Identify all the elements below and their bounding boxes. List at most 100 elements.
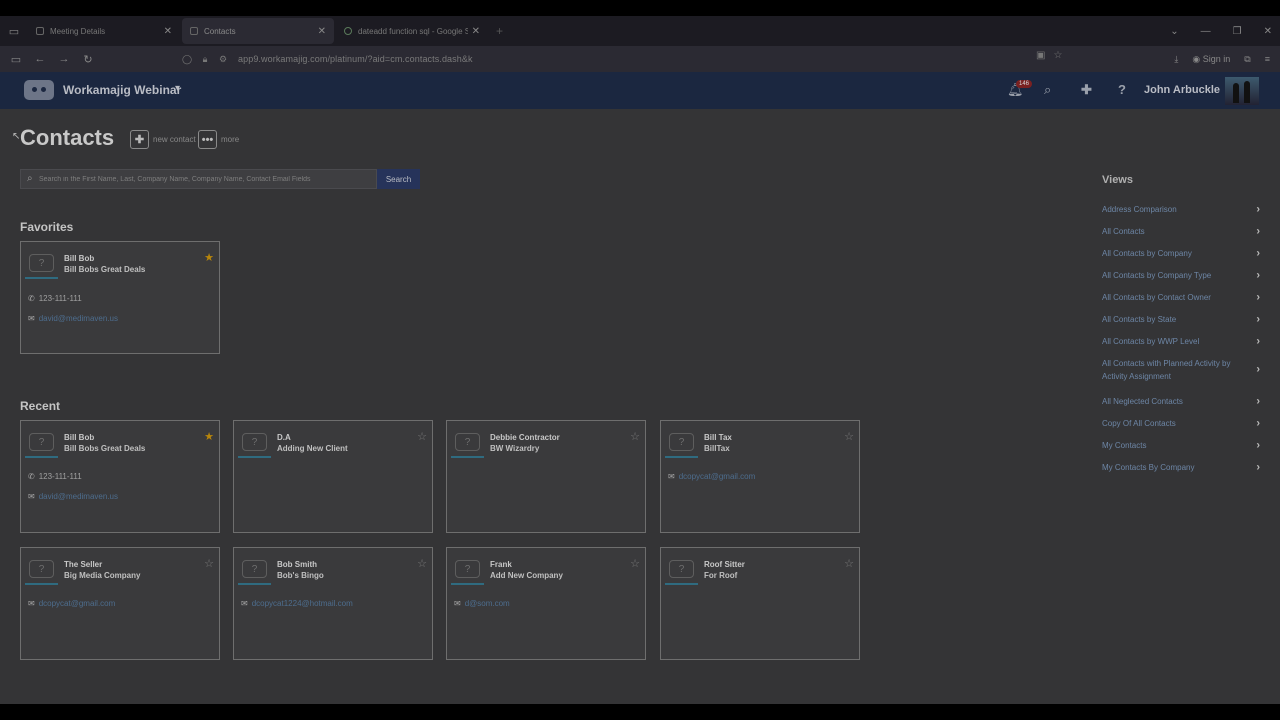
lock-icon[interactable]: 🔒︎ — [196, 54, 214, 65]
view-item[interactable]: My Contacts By Company › — [1102, 461, 1260, 474]
view-item[interactable]: All Contacts by State › — [1102, 313, 1260, 326]
view-item-label[interactable]: Address Comparison — [1102, 203, 1247, 216]
contact-card[interactable]: ? D.A Adding New Client ☆ — [233, 420, 433, 533]
view-item-label[interactable]: All Contacts by State — [1102, 313, 1247, 326]
close-icon[interactable]: ✕ — [472, 26, 480, 37]
view-item[interactable]: Copy Of All Contacts › — [1102, 417, 1260, 430]
contact-name[interactable]: D.A — [277, 433, 291, 442]
view-item-label[interactable]: My Contacts — [1102, 439, 1247, 452]
reader-mode-icon[interactable]: ▣ — [1036, 50, 1045, 61]
contact-card[interactable]: ? Bill Tax BillTax ☆ ✉ dcopycat@gmail.co… — [660, 420, 860, 533]
new-contact-label[interactable]: new contact — [153, 135, 196, 144]
downloads-icon[interactable]: ⤓ — [1174, 54, 1178, 65]
browser-tab-contacts[interactable]: Contacts ✕ — [182, 18, 334, 44]
contact-company[interactable]: Adding New Client — [277, 444, 348, 453]
search-input[interactable] — [39, 170, 374, 188]
plus-icon[interactable]: ✚ — [1081, 82, 1092, 98]
contact-card[interactable]: ? The Seller Big Media Company ☆ ✉ dcopy… — [20, 547, 220, 660]
search-icon[interactable]: ⌕ — [1044, 82, 1051, 98]
contact-name[interactable]: Debbie Contractor — [490, 433, 560, 442]
favorite-star-icon[interactable]: ★ — [204, 430, 214, 443]
maximize-icon[interactable]: ❐ — [1233, 26, 1242, 37]
chevron-right-icon[interactable]: › — [1256, 364, 1260, 377]
contact-name[interactable]: Frank — [490, 560, 512, 569]
contact-card[interactable]: ? Bill Bob Bill Bobs Great Deals ★ ✆ 123… — [20, 241, 220, 354]
browser-tab-google[interactable]: dateadd function sql - Google S ✕ — [336, 18, 488, 44]
chevron-right-icon[interactable]: › — [1256, 335, 1260, 348]
close-icon[interactable]: ✕ — [164, 26, 172, 37]
view-item[interactable]: All Contacts with Planned Activity by Ac… — [1102, 357, 1260, 383]
chevron-right-icon[interactable]: › — [1256, 203, 1260, 216]
more-button[interactable]: ••• — [198, 130, 217, 149]
contact-company[interactable]: Big Media Company — [64, 571, 140, 580]
contact-email[interactable]: dcopycat@gmail.com — [39, 599, 116, 608]
contact-name[interactable]: Bill Bob — [64, 433, 94, 442]
workspace-name[interactable]: Workamajig Webinar — [63, 83, 181, 97]
more-label[interactable]: more — [221, 135, 239, 144]
favorite-star-icon[interactable]: ★ — [204, 251, 214, 264]
view-item[interactable]: All Contacts by Company Type › — [1102, 269, 1260, 282]
chevron-right-icon[interactable]: › — [1256, 269, 1260, 282]
chevron-right-icon[interactable]: › — [1256, 291, 1260, 304]
view-item[interactable]: My Contacts › — [1102, 439, 1260, 452]
contact-company[interactable]: Bill Bobs Great Deals — [64, 444, 145, 453]
chevron-right-icon[interactable]: › — [1256, 417, 1260, 430]
contact-company[interactable]: BillTax — [704, 444, 730, 453]
contact-name[interactable]: Roof Sitter — [704, 560, 745, 569]
contact-card[interactable]: ? Bob Smith Bob's Bingo ☆ ✉ dcopycat1224… — [233, 547, 433, 660]
view-item-label[interactable]: All Contacts with Planned Activity by Ac… — [1102, 357, 1247, 383]
browser-tab-meeting-details[interactable]: Meeting Details ✕ — [28, 18, 180, 44]
chevron-right-icon[interactable]: › — [1256, 461, 1260, 474]
contact-email[interactable]: david@medimaven.us — [39, 492, 118, 501]
view-item[interactable]: All Contacts by WWP Level › — [1102, 335, 1260, 348]
contact-card[interactable]: ? Roof Sitter For Roof ☆ — [660, 547, 860, 660]
view-item[interactable]: All Contacts › — [1102, 225, 1260, 238]
url-text[interactable]: app9.workamajig.com/platinum/?aid=cm.con… — [238, 54, 473, 64]
workamajig-logo-icon[interactable] — [24, 80, 54, 100]
contact-company[interactable]: Bill Bobs Great Deals — [64, 265, 145, 274]
view-item-label[interactable]: All Neglected Contacts — [1102, 395, 1247, 408]
view-item-label[interactable]: All Contacts by Contact Owner — [1102, 291, 1247, 304]
chevron-down-icon[interactable]: ▾ — [175, 83, 180, 94]
contact-company[interactable]: Add New Company — [490, 571, 563, 580]
favorite-star-icon[interactable]: ☆ — [844, 430, 854, 443]
view-item-label[interactable]: All Contacts — [1102, 225, 1247, 238]
chevron-right-icon[interactable]: › — [1256, 439, 1260, 452]
tab-overflow-icon[interactable]: ⌄ — [1170, 26, 1178, 37]
back-icon[interactable]: ← — [28, 53, 52, 65]
view-item-label[interactable]: All Contacts by Company Type — [1102, 269, 1247, 282]
forward-icon[interactable]: → — [52, 53, 76, 65]
close-window-icon[interactable]: ✕ — [1264, 26, 1272, 37]
contact-name[interactable]: The Seller — [64, 560, 102, 569]
tab-list-icon[interactable]: ▭ — [0, 16, 28, 46]
minimize-icon[interactable]: — — [1201, 26, 1211, 37]
address-bar[interactable]: ◯ 🔒︎ ⚙ app9.workamajig.com/platinum/?aid… — [178, 49, 1078, 69]
new-contact-button[interactable]: ✚ — [130, 130, 149, 149]
sidebar-toggle-icon[interactable]: ▭ — [4, 53, 28, 66]
view-item-label[interactable]: My Contacts By Company — [1102, 461, 1247, 474]
chevron-right-icon[interactable]: › — [1256, 247, 1260, 260]
avatar[interactable] — [1225, 77, 1259, 105]
chevron-right-icon[interactable]: › — [1256, 395, 1260, 408]
account-button[interactable]: ◉ Sign in — [1192, 54, 1230, 65]
help-icon[interactable]: ? — [1118, 82, 1126, 97]
chevron-right-icon[interactable]: › — [1256, 313, 1260, 326]
contact-card[interactable]: ? Debbie Contractor BW Wizardry ☆ — [446, 420, 646, 533]
view-item-label[interactable]: Copy Of All Contacts — [1102, 417, 1247, 430]
menu-icon[interactable]: ≡ — [1265, 54, 1270, 64]
tracking-shield-icon[interactable]: ◯ — [178, 54, 196, 65]
view-item[interactable]: All Contacts by Company › — [1102, 247, 1260, 260]
favorite-star-icon[interactable]: ☆ — [630, 557, 640, 570]
view-item-label[interactable]: All Contacts by Company — [1102, 247, 1247, 260]
contact-email[interactable]: dcopycat1224@hotmail.com — [252, 599, 353, 608]
reload-icon[interactable]: ↻ — [76, 53, 100, 66]
favorite-star-icon[interactable]: ☆ — [417, 430, 427, 443]
bookmark-star-icon[interactable]: ☆ — [1053, 50, 1062, 61]
contact-email[interactable]: david@medimaven.us — [39, 314, 118, 323]
contact-email[interactable]: dcopycat@gmail.com — [679, 472, 756, 481]
favorite-star-icon[interactable]: ☆ — [204, 557, 214, 570]
contact-card[interactable]: ? Bill Bob Bill Bobs Great Deals ★ ✆ 123… — [20, 420, 220, 533]
close-icon[interactable]: ✕ — [318, 26, 326, 37]
permissions-icon[interactable]: ⚙ — [214, 54, 232, 65]
contact-company[interactable]: BW Wizardry — [490, 444, 539, 453]
